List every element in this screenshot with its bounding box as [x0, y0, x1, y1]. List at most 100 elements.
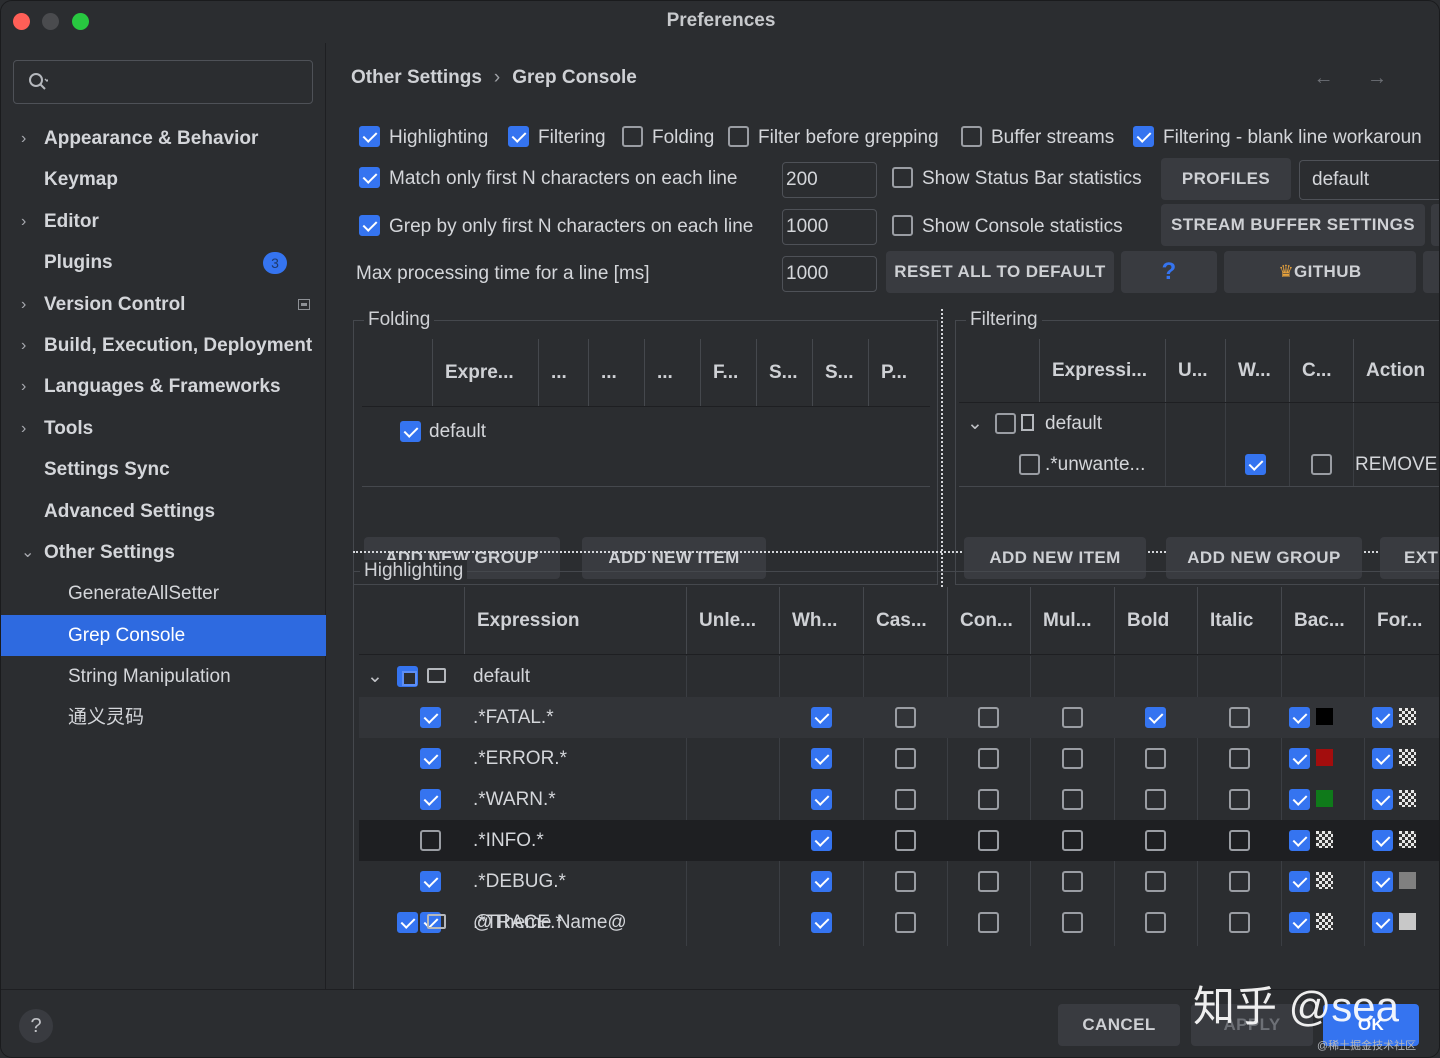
folding-default-checkbox[interactable]	[400, 421, 421, 443]
table-row[interactable]: .*unwante... REMOVE	[959, 444, 1439, 485]
hl-bold-checkbox[interactable]	[1145, 707, 1166, 729]
hl-foreground-swatch[interactable]	[1399, 748, 1416, 766]
sidebar-item-advanced[interactable]: Advanced Settings	[1, 491, 326, 532]
table-row[interactable]: ⌄ default	[359, 656, 1439, 697]
table-row[interactable]: .*INFO.*	[359, 820, 1439, 861]
folding-col-3[interactable]: ...	[588, 339, 644, 406]
hl-row-enabled-checkbox[interactable]	[420, 830, 441, 852]
github-button[interactable]: ♛GITHUB	[1224, 251, 1416, 293]
hl-whole-line-checkbox[interactable]	[811, 748, 832, 770]
status-bar-stats-option[interactable]: Show Status Bar statistics	[892, 166, 1142, 190]
hl-whole-line-checkbox[interactable]	[811, 707, 832, 729]
table-row[interactable]: @Theme Name@	[359, 902, 1439, 943]
hl-case-checkbox[interactable]	[895, 871, 916, 893]
hl-foreground-checkbox[interactable]	[1372, 748, 1393, 770]
filtering-col-u[interactable]: U...	[1165, 339, 1225, 402]
hl-row-enabled-checkbox[interactable]	[420, 707, 441, 729]
sidebar-item-grep-console[interactable]: Grep Console	[1, 614, 326, 657]
hl-whole-line-checkbox[interactable]	[811, 830, 832, 852]
match-first-n-option[interactable]: Match only first N characters on each li…	[359, 166, 738, 190]
filtering-checkbox[interactable]	[508, 125, 529, 147]
hl-row-enabled-checkbox[interactable]	[420, 789, 441, 811]
hl-background-checkbox[interactable]	[1289, 871, 1310, 893]
console-stats-checkbox[interactable]	[892, 214, 913, 236]
filter-before-grepping-checkbox[interactable]	[728, 125, 749, 147]
hl-background-checkbox[interactable]	[1289, 707, 1310, 729]
sidebar-item-other-settings[interactable]: ⌄ Other Settings	[1, 532, 326, 573]
vertical-splitter[interactable]	[941, 309, 949, 587]
filter-before-grepping-option[interactable]: Filter before grepping	[728, 125, 939, 149]
hl-col-unless[interactable]: Unle...	[686, 587, 779, 654]
sidebar-item-editor[interactable]: › Editor	[1, 201, 326, 242]
hl-italic-checkbox[interactable]	[1229, 707, 1250, 729]
sidebar-item-keymap[interactable]: Keymap	[1, 159, 326, 200]
hl-col-expression[interactable]: Expression	[464, 587, 686, 654]
hl-background-swatch[interactable]	[1316, 830, 1333, 848]
hl-continue-checkbox[interactable]	[978, 748, 999, 770]
hl-background-swatch[interactable]	[1316, 871, 1333, 889]
profiles-button[interactable]: PROFILES	[1161, 158, 1291, 200]
hl-col-case[interactable]: Cas...	[863, 587, 947, 654]
grep-first-n-option[interactable]: Grep by only first N characters on each …	[359, 214, 753, 238]
filtering-group-checkbox[interactable]	[995, 413, 1016, 435]
hl-foreground-swatch[interactable]	[1399, 871, 1416, 889]
hl-italic-checkbox[interactable]	[1229, 789, 1250, 811]
filtering-col-expression[interactable]: Expressi...	[1039, 339, 1165, 402]
hl-multiline-checkbox[interactable]	[1062, 748, 1083, 770]
highlighting-option[interactable]: Highlighting	[359, 125, 488, 149]
filtering-action-value[interactable]: REMOVE	[1355, 444, 1437, 485]
table-row[interactable]: .*WARN.*	[359, 779, 1439, 820]
help-circle-button[interactable]: ?	[19, 1009, 53, 1043]
hl-background-swatch[interactable]	[1316, 707, 1333, 725]
hl-row-enabled-checkbox[interactable]	[420, 748, 441, 770]
hl-bold-checkbox[interactable]	[1145, 748, 1166, 770]
hl-col-whole-line[interactable]: Wh...	[779, 587, 863, 654]
sidebar-item-tongyi[interactable]: 通义灵码	[1, 697, 326, 738]
hl-theme-group-checkbox[interactable]	[397, 912, 418, 934]
hl-col-italic[interactable]: Italic	[1197, 587, 1281, 654]
sidebar-item-generateallsetter[interactable]: GenerateAllSetter	[1, 573, 326, 614]
max-processing-time-field[interactable]: 1000	[782, 256, 877, 292]
grep-first-n-checkbox[interactable]	[359, 214, 380, 236]
help-button[interactable]: ?	[1121, 251, 1217, 293]
hl-background-swatch[interactable]	[1316, 789, 1333, 807]
hl-multiline-checkbox[interactable]	[1062, 830, 1083, 852]
hl-col-multiline[interactable]: Mul...	[1030, 587, 1114, 654]
sidebar-item-version-control[interactable]: › Version Control	[1, 284, 326, 325]
filtering-col-action[interactable]: Action	[1353, 339, 1439, 402]
sidebar-item-plugins[interactable]: Plugins 3	[1, 242, 326, 283]
hl-foreground-checkbox[interactable]	[1372, 789, 1393, 811]
hl-foreground-swatch[interactable]	[1399, 707, 1416, 725]
match-first-n-checkbox[interactable]	[359, 166, 380, 188]
filtering-option[interactable]: Filtering	[508, 125, 606, 149]
hl-foreground-swatch[interactable]	[1399, 830, 1416, 848]
hl-foreground-checkbox[interactable]	[1372, 707, 1393, 729]
table-row[interactable]: default	[362, 411, 930, 452]
cancel-button[interactable]: CANCEL	[1058, 1004, 1180, 1046]
hl-case-checkbox[interactable]	[895, 830, 916, 852]
settings-search-input[interactable]	[13, 60, 313, 104]
hl-row-enabled-checkbox[interactable]	[420, 871, 441, 893]
hl-whole-line-checkbox[interactable]	[811, 789, 832, 811]
filtering-col-w[interactable]: W...	[1225, 339, 1289, 402]
hl-case-checkbox[interactable]	[895, 707, 916, 729]
sidebar-item-build[interactable]: › Build, Execution, Deployment	[1, 325, 326, 366]
hl-foreground-checkbox[interactable]	[1372, 871, 1393, 893]
stream-buffer-settings-button[interactable]: STREAM BUFFER SETTINGS	[1161, 204, 1425, 246]
overflow-button-2[interactable]	[1423, 251, 1439, 293]
folding-col-7[interactable]: S...	[812, 339, 868, 406]
hl-case-checkbox[interactable]	[895, 789, 916, 811]
highlighting-checkbox[interactable]	[359, 125, 380, 147]
hl-background-checkbox[interactable]	[1289, 789, 1310, 811]
buffer-streams-checkbox[interactable]	[961, 125, 982, 147]
sidebar-item-languages[interactable]: › Languages & Frameworks	[1, 366, 326, 407]
hl-background-swatch[interactable]	[1316, 748, 1333, 766]
folding-col-6[interactable]: S...	[756, 339, 812, 406]
table-row[interactable]: .*DEBUG.*	[359, 861, 1439, 902]
hl-bold-checkbox[interactable]	[1145, 830, 1166, 852]
reset-all-button[interactable]: RESET ALL TO DEFAULT	[886, 251, 1114, 293]
hl-foreground-swatch[interactable]	[1399, 789, 1416, 807]
grep-first-n-field[interactable]: 1000	[782, 209, 877, 245]
blank-line-workaround-option[interactable]: Filtering - blank line workaroun	[1133, 125, 1422, 149]
hl-col-continue[interactable]: Con...	[947, 587, 1030, 654]
